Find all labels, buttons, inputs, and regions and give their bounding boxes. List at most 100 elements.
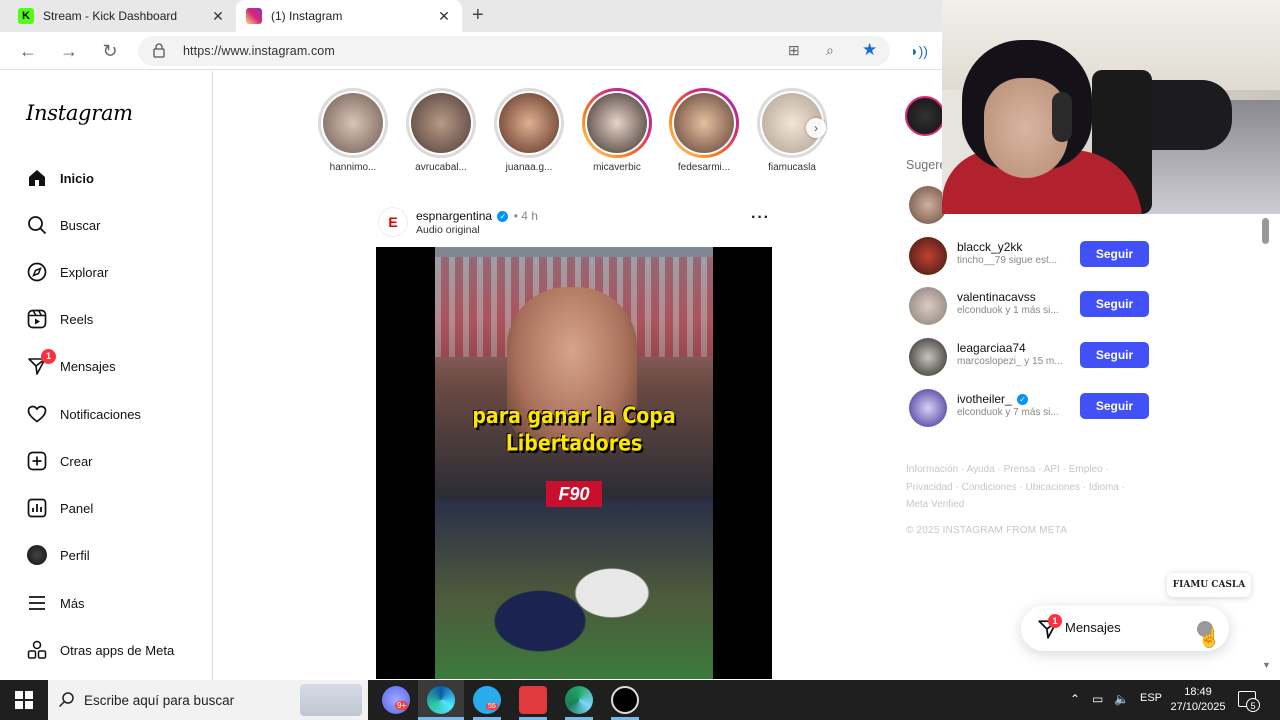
story-item[interactable]: hannimo...	[317, 88, 389, 173]
new-tab-icon[interactable]: +	[472, 4, 484, 27]
hand-cursor-icon: ☝	[1198, 628, 1221, 648]
more-options-icon[interactable]: ···	[751, 209, 770, 227]
sidebar-item-panel[interactable]: Panel	[26, 496, 93, 520]
network-icon[interactable]: ▭	[1092, 692, 1103, 706]
footer-link[interactable]: Prensa	[1004, 464, 1036, 475]
suggestion-username[interactable]: blacck_y2kk	[957, 240, 1022, 254]
edge-icon[interactable]	[427, 686, 455, 714]
footer-links: Información · Ayuda · Prensa · API · Emp…	[906, 464, 1126, 510]
read-aloud-icon[interactable]: ◗))	[908, 40, 930, 62]
scroll-down-arrow-icon[interactable]: ▼	[1262, 660, 1271, 670]
page-scrollbar[interactable]	[1260, 214, 1272, 676]
footer-link[interactable]: Ubicaciones	[1026, 482, 1080, 493]
compass-icon	[26, 261, 48, 283]
sidebar-item-mas[interactable]: Más	[26, 591, 85, 615]
profile-avatar-icon	[26, 544, 48, 566]
sidebar-item-notificaciones[interactable]: Notificaciones	[26, 402, 141, 426]
follow-button[interactable]: Seguir	[1080, 241, 1149, 267]
sidebar-item-mensajes[interactable]: 1 Mensajes	[26, 349, 116, 378]
sidebar-item-reels[interactable]: Reels	[26, 307, 93, 331]
footer-link[interactable]: API	[1044, 464, 1060, 475]
back-arrow-icon[interactable]: ←	[17, 40, 39, 62]
suggestion-subtext: tincho__79 sigue est...	[957, 255, 1058, 266]
sidebar-item-inicio[interactable]: Inicio	[26, 166, 94, 190]
close-tab-icon[interactable]: ✕	[436, 8, 452, 25]
windows-taskbar: Escribe aquí para buscar 9+ 55 ⌃ ▭ 🔈 ESP…	[0, 680, 1280, 720]
suggestion-subtext: elconduok y 1 más si...	[957, 305, 1059, 316]
story-item[interactable]: avrucabal...	[405, 88, 477, 173]
edge-dev-icon[interactable]	[565, 686, 593, 714]
messages-tooltip: FIAMU CASLA	[1167, 573, 1251, 597]
suggestion-subtext: elconduok y 7 más si...	[957, 407, 1059, 418]
footer-link[interactable]: Empleo	[1069, 464, 1103, 475]
chevron-right-icon[interactable]: ›	[806, 118, 826, 138]
zoom-icon[interactable]: ⌕	[826, 42, 834, 59]
caption-line: Libertadores	[505, 430, 643, 457]
reels-icon	[26, 308, 48, 330]
kick-favicon-icon: K	[18, 8, 34, 24]
story-username: fiamucasla	[768, 162, 816, 173]
volume-icon[interactable]: 🔈	[1114, 692, 1129, 706]
suggestion-username[interactable]: ivotheiler_ ✓	[957, 392, 1030, 406]
taskbar-search[interactable]: Escribe aquí para buscar	[48, 680, 368, 720]
clock-date: 27/10/2025	[1170, 701, 1226, 713]
story-username: hannimo...	[329, 162, 377, 173]
post-author[interactable]: espnargentina ✓ • 4 h	[416, 209, 538, 223]
forward-arrow-icon[interactable]: →	[58, 40, 80, 62]
suggestion-username[interactable]: valentinacavss	[957, 290, 1036, 304]
app-available-icon[interactable]: ⊞	[788, 42, 800, 59]
post-audio[interactable]: Audio original	[416, 224, 480, 236]
search-highlight-image	[300, 684, 362, 716]
refresh-icon[interactable]: ↻	[99, 40, 121, 62]
scroll-thumb[interactable]	[1262, 218, 1269, 244]
story-item[interactable]: fedesarmi...	[668, 88, 740, 173]
close-tab-icon[interactable]: ✕	[210, 8, 226, 25]
obs-icon[interactable]	[611, 686, 639, 714]
story-username: avrucabal...	[415, 162, 467, 173]
current-user-avatar[interactable]	[905, 96, 945, 136]
story-item[interactable]: micaverbic	[581, 88, 653, 173]
chevron-up-icon[interactable]: ⌃	[1070, 692, 1080, 706]
footer-link[interactable]: Información	[906, 464, 958, 475]
sidebar-item-buscar[interactable]: Buscar	[26, 213, 100, 237]
instagram-favicon-icon	[246, 8, 262, 24]
story-username: juanaa.g...	[505, 162, 553, 173]
post-video[interactable]: para ganar la Copa Libertadores F90	[376, 247, 772, 679]
favorite-star-icon[interactable]: ★	[862, 40, 877, 60]
windows-start-button[interactable]	[0, 680, 48, 720]
suggestion-username[interactable]: leagarciaa74	[957, 341, 1026, 355]
instagram-logo[interactable]: Instagram	[26, 101, 133, 125]
footer-link[interactable]: Ayuda	[967, 464, 995, 475]
vivaldi-icon[interactable]	[519, 686, 547, 714]
follow-button[interactable]: Seguir	[1080, 291, 1149, 317]
language-indicator[interactable]: ESP	[1140, 692, 1162, 704]
footer-link[interactable]: Idioma	[1089, 482, 1119, 493]
story-ring	[582, 88, 652, 158]
suggestion-avatar[interactable]	[909, 389, 947, 427]
taskbar-clock[interactable]: 18:49 27/10/2025	[1160, 685, 1236, 715]
sidebar-item-explorar[interactable]: Explorar	[26, 260, 108, 284]
suggestion-avatar[interactable]	[909, 287, 947, 325]
sidebar-item-perfil[interactable]: Perfil	[26, 543, 90, 567]
address-bar[interactable]: https://www.instagram.com ⊞ ⌕ ★	[138, 36, 890, 66]
follow-button[interactable]: Seguir	[1080, 342, 1149, 368]
suggestion-avatar[interactable]	[909, 338, 947, 376]
suggestion-avatar[interactable]	[909, 237, 947, 275]
suggestions-title: Sugere	[906, 158, 947, 172]
suggestion-row: leagarciaa74 marcoslopezi_ y 15 m... Seg…	[909, 336, 1154, 376]
plus-square-icon	[26, 450, 48, 472]
story-item[interactable]: juanaa.g...	[493, 88, 565, 173]
follow-button[interactable]: Seguir	[1080, 393, 1149, 419]
post-author-avatar[interactable]: E	[378, 207, 408, 237]
tab-kick-dashboard[interactable]: K Stream - Kick Dashboard ✕	[8, 0, 236, 32]
sidebar-item-crear[interactable]: Crear	[26, 449, 93, 473]
footer-link[interactable]: Condiciones	[962, 482, 1017, 493]
telegram-icon[interactable]	[473, 686, 501, 714]
footer-link[interactable]: Privacidad	[906, 482, 953, 493]
tab-instagram[interactable]: (1) Instagram ✕	[236, 0, 462, 32]
search-icon	[58, 692, 74, 708]
footer-link[interactable]: Meta Verified	[906, 499, 964, 510]
post-username[interactable]: espnargentina	[416, 209, 492, 223]
sidebar-item-otras-apps[interactable]: Otras apps de Meta	[26, 638, 174, 662]
sidebar-item-label: Panel	[60, 500, 94, 516]
